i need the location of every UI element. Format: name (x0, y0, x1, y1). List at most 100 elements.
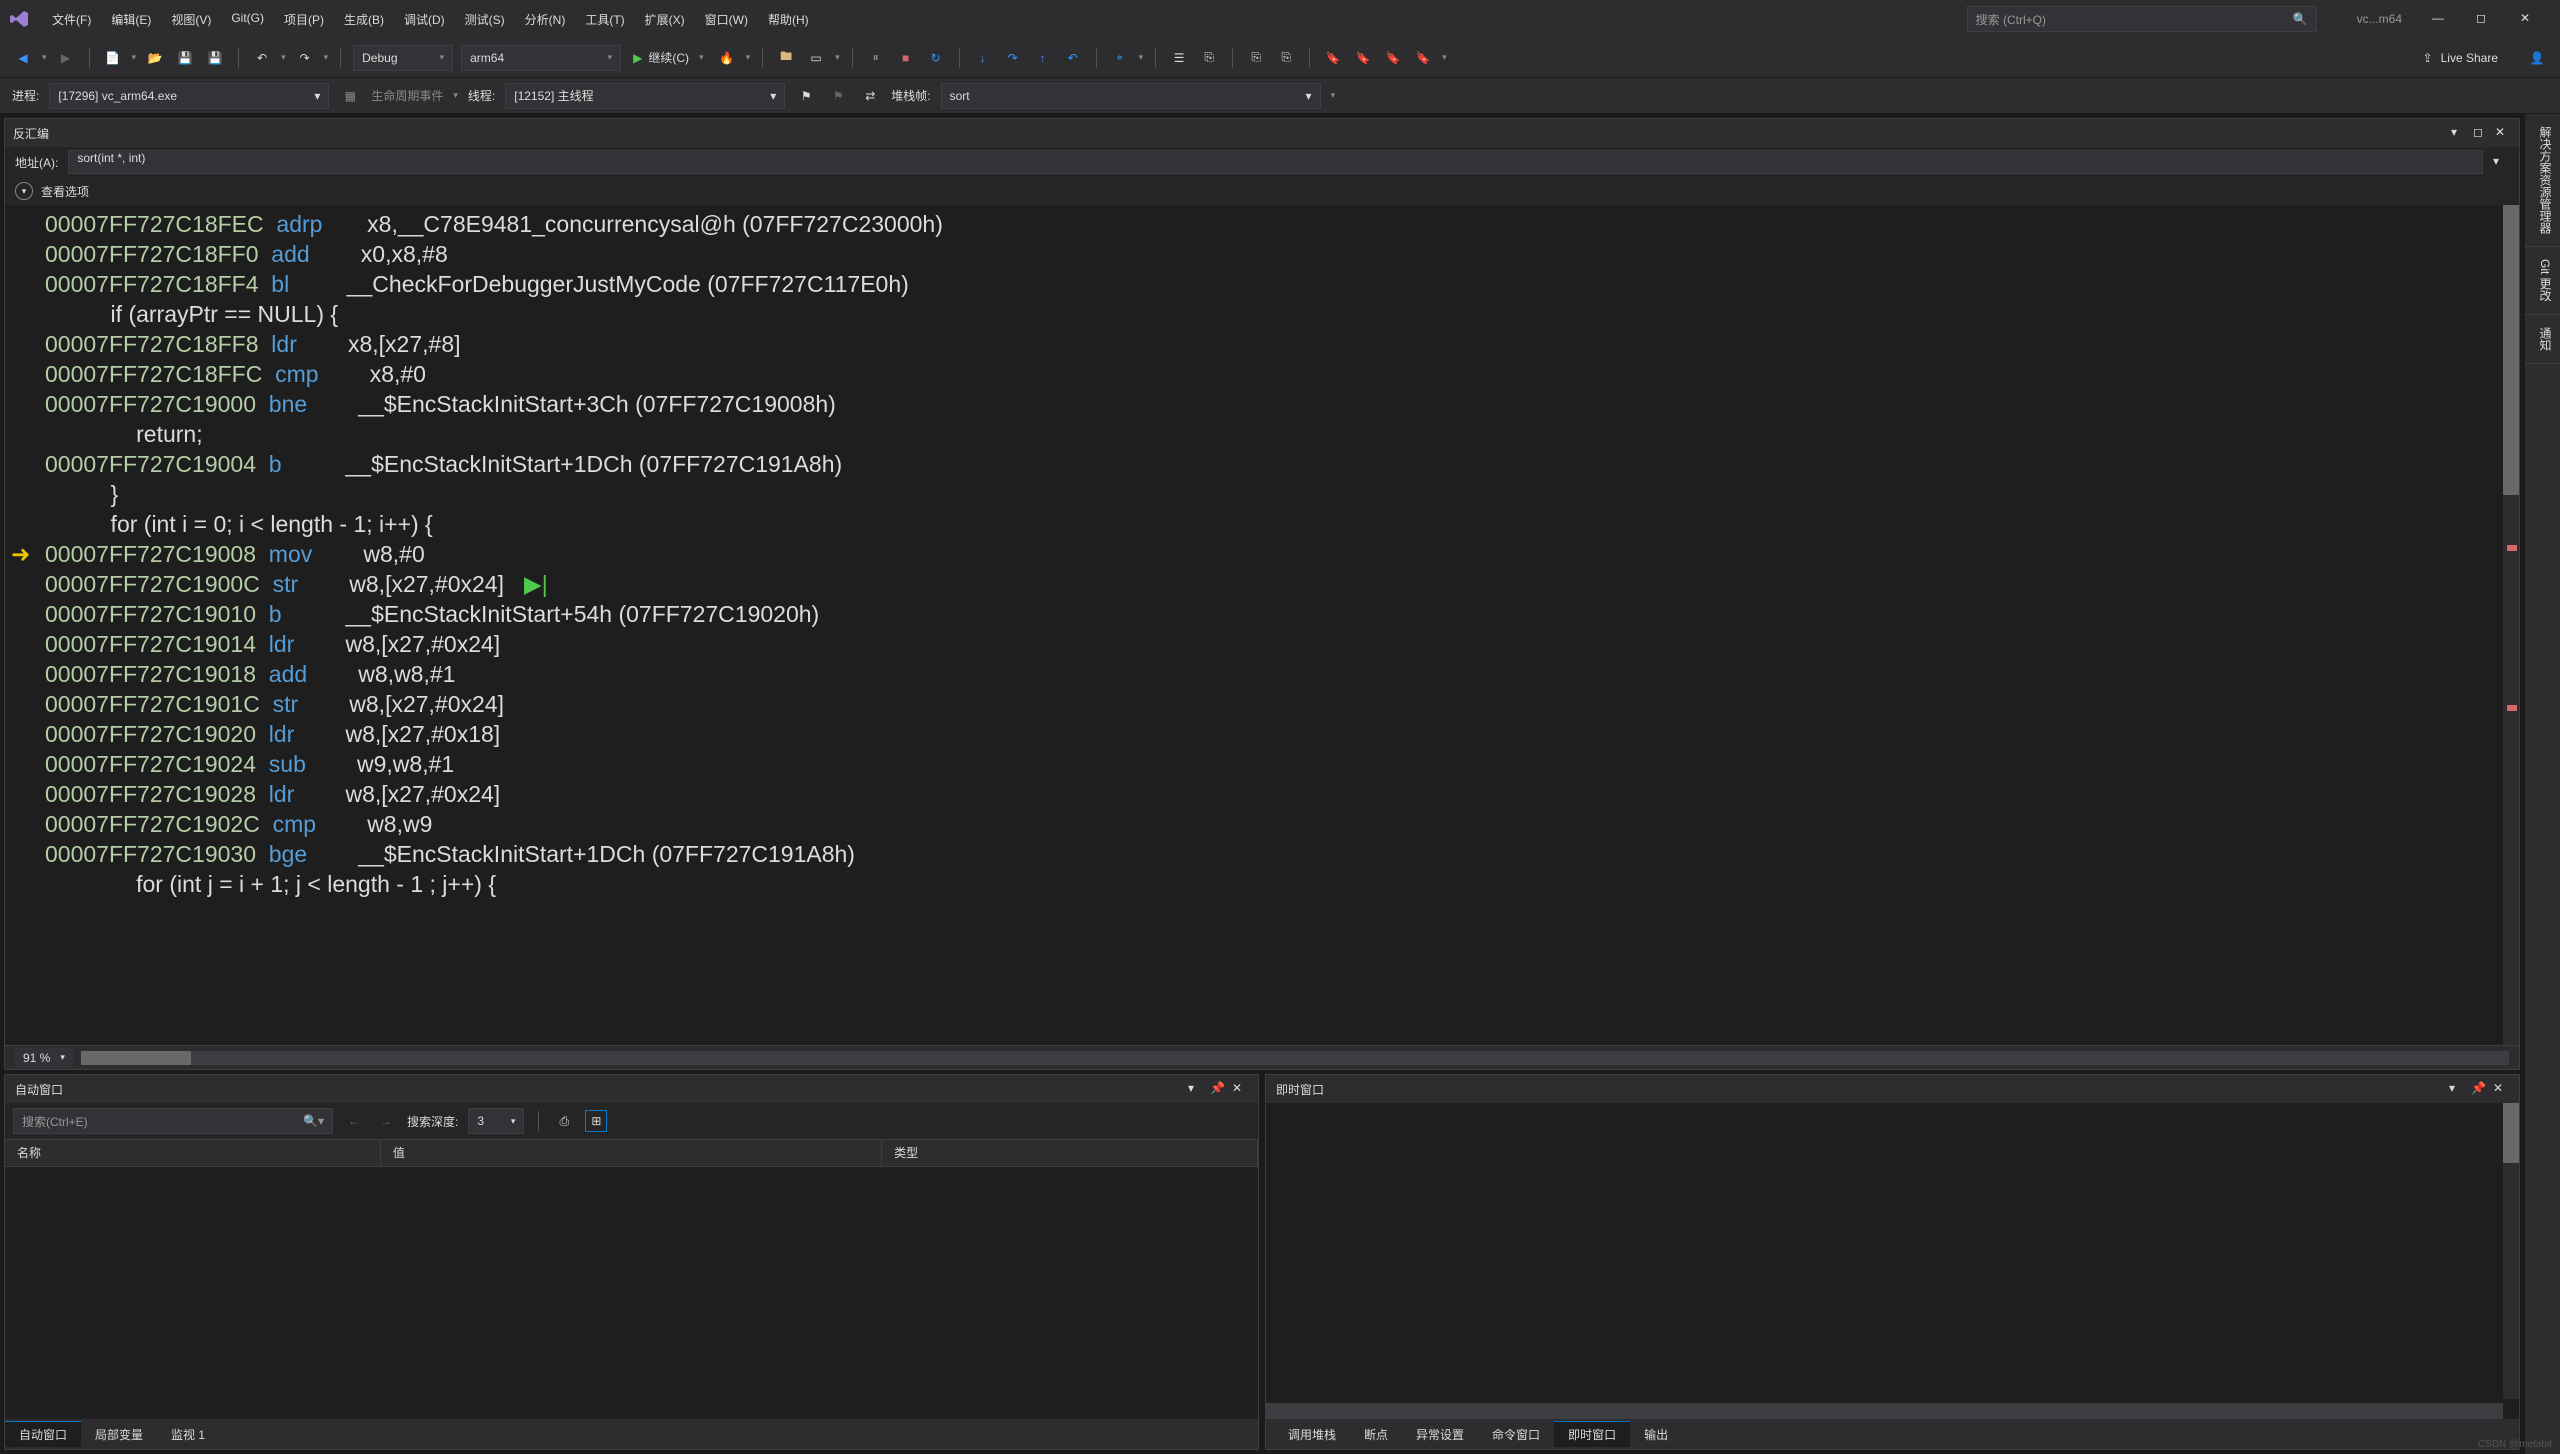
menu-item[interactable]: 工具(T) (577, 7, 632, 32)
bottom-tab[interactable]: 调用堆栈 (1274, 1422, 1350, 1447)
asm-line[interactable]: 00007FF727C18FF8 ldr x8,[x27,#8] (5, 329, 2519, 359)
menu-item[interactable]: Git(G) (223, 7, 272, 32)
asm-line[interactable]: 00007FF727C18FF0 add x0,x8,#8 (5, 239, 2519, 269)
menu-item[interactable]: 测试(S) (457, 7, 513, 32)
side-tool-tab[interactable]: 通知 (2525, 315, 2560, 364)
minimize-button[interactable]: — (2432, 11, 2448, 27)
continue-button[interactable]: ▶继续(C)▾ (629, 47, 707, 68)
asm-line[interactable]: 00007FF727C19014 ldr w8,[x27,#0x24] (5, 629, 2519, 659)
search-next-icon[interactable]: → (375, 1110, 397, 1132)
close-button[interactable]: ✕ (2520, 11, 2536, 27)
menu-item[interactable]: 扩展(X) (637, 7, 693, 32)
asm-line[interactable]: 00007FF727C18FF4 bl __CheckForDebuggerJu… (5, 269, 2519, 299)
menu-item[interactable]: 帮助(H) (760, 7, 817, 32)
imm-pin-icon[interactable]: 📌 (2471, 1081, 2487, 1097)
breakpoint-toggle-button[interactable]: ⚬ (1109, 47, 1131, 69)
code-vscrollbar[interactable] (2503, 205, 2519, 1045)
bottom-tab[interactable]: 异常设置 (1402, 1422, 1478, 1447)
autos-dropdown-icon[interactable]: ▾ (1188, 1081, 1204, 1097)
menu-item[interactable]: 编辑(E) (103, 7, 159, 32)
imm-hscrollbar[interactable] (1266, 1403, 2503, 1419)
asm-line[interactable]: 00007FF727C19018 add w8,w8,#1 (5, 659, 2519, 689)
tool-a-icon[interactable]: ☰ (1168, 47, 1190, 69)
tool-b-icon[interactable]: ⎘ (1198, 47, 1220, 69)
address-input[interactable]: sort(int *, int) (68, 150, 2483, 174)
stackframe-dropdown[interactable]: sort▾ (941, 83, 1321, 109)
live-share-button[interactable]: ⇪ Live Share (2423, 51, 2498, 65)
asm-line[interactable]: 00007FF727C1901C str w8,[x27,#0x24] (5, 689, 2519, 719)
menu-item[interactable]: 项目(P) (276, 7, 332, 32)
process-dropdown[interactable]: [17296] vc_arm64.exe▾ (49, 83, 329, 109)
autos-search-input[interactable]: 搜索(Ctrl+E)🔍▾ (13, 1108, 333, 1134)
grid-column-header[interactable]: 值 (381, 1140, 882, 1166)
asm-line[interactable]: 00007FF727C18FEC adrp x8,__C78E9481_conc… (5, 209, 2519, 239)
platform-dropdown[interactable]: arm64▾ (461, 45, 621, 71)
panel-dropdown-icon[interactable]: ▾ (2451, 125, 2467, 141)
menu-item[interactable]: 窗口(W) (697, 7, 756, 32)
side-tool-tab[interactable]: 解决方案资源管理器 (2525, 114, 2560, 247)
menu-item[interactable]: 分析(N) (517, 7, 574, 32)
immediate-body[interactable] (1266, 1103, 2519, 1419)
nav-forward-button[interactable]: ▶ (55, 47, 77, 69)
asm-line[interactable]: 00007FF727C19028 ldr w8,[x27,#0x24] (5, 779, 2519, 809)
hot-reload-button[interactable]: 🔥 (716, 47, 738, 69)
menu-item[interactable]: 视图(V) (163, 7, 219, 32)
depth-dropdown[interactable]: 3▾ (468, 1108, 524, 1134)
bottom-tab[interactable]: 输出 (1630, 1422, 1682, 1447)
stop-button[interactable]: ■ (895, 47, 917, 69)
bookmark-prev-icon[interactable]: 🔖 (1352, 47, 1374, 69)
bottom-tab[interactable]: 断点 (1350, 1422, 1402, 1447)
undo-button[interactable]: ↶ (251, 47, 273, 69)
step-into-button[interactable]: ↓ (972, 47, 994, 69)
imm-dropdown-icon[interactable]: ▾ (2449, 1081, 2465, 1097)
bottom-tab[interactable]: 监视 1 (157, 1422, 219, 1447)
asm-line[interactable]: 00007FF727C19008 mov w8,#0➜ (5, 539, 2519, 569)
disassembly-code[interactable]: 00007FF727C18FEC adrp x8,__C78E9481_conc… (5, 205, 2519, 1045)
asm-line[interactable]: 00007FF727C19010 b __$EncStackInitStart+… (5, 599, 2519, 629)
asm-line[interactable]: 00007FF727C19020 ldr w8,[x27,#0x18] (5, 719, 2519, 749)
bottom-tab[interactable]: 自动窗口 (5, 1421, 81, 1447)
thread-dropdown[interactable]: [12152] 主线程▾ (505, 83, 785, 109)
menu-item[interactable]: 调试(D) (396, 7, 453, 32)
search-prev-icon[interactable]: ← (343, 1110, 365, 1132)
menu-item[interactable]: 文件(F) (44, 7, 99, 32)
restart-button[interactable]: ↻ (925, 47, 947, 69)
bottom-tab[interactable]: 命令窗口 (1478, 1422, 1554, 1447)
imm-close-icon[interactable]: ✕ (2493, 1081, 2509, 1097)
expand-options-icon[interactable]: ▾ (15, 182, 33, 200)
pause-button[interactable]: ⏸ (865, 47, 887, 69)
source-line[interactable]: for (int j = i + 1; j < length - 1 ; j++… (5, 869, 2519, 899)
autos-toolbtn-a[interactable]: ⎙ (553, 1110, 575, 1132)
code-hscrollbar[interactable] (81, 1051, 2509, 1065)
source-line[interactable]: for (int i = 0; i < length - 1; i++) { (5, 509, 2519, 539)
asm-line[interactable]: 00007FF727C19004 b __$EncStackInitStart+… (5, 449, 2519, 479)
zoom-dropdown[interactable]: 91 %▾ (15, 1048, 73, 1068)
autos-close-icon[interactable]: ✕ (1232, 1081, 1248, 1097)
maximize-button[interactable]: ◻ (2476, 11, 2492, 27)
imm-vscrollbar[interactable] (2503, 1103, 2519, 1399)
asm-line[interactable]: 00007FF727C19024 sub w9,w8,#1 (5, 749, 2519, 779)
redo-button[interactable]: ↷ (294, 47, 316, 69)
browser-button[interactable]: 🖿 (775, 47, 797, 69)
menu-item[interactable]: 生成(B) (336, 7, 392, 32)
asm-line[interactable]: 00007FF727C18FFC cmp x8,#0 (5, 359, 2519, 389)
grid-column-header[interactable]: 名称 (5, 1140, 381, 1166)
flag2-icon[interactable]: ⚑ (827, 85, 849, 107)
lifecycle-icon[interactable]: ▦ (339, 85, 361, 107)
bookmark-next-icon[interactable]: 🔖 (1382, 47, 1404, 69)
nav-back-button[interactable]: ◀ (12, 47, 34, 69)
save-all-button[interactable]: 💾 (204, 47, 226, 69)
autos-toolbtn-b[interactable]: ⊞ (585, 1110, 607, 1132)
bookmark-icon[interactable]: 🔖 (1322, 47, 1344, 69)
autos-grid-body[interactable] (5, 1167, 1258, 1419)
window-button[interactable]: ▭ (805, 47, 827, 69)
asm-line[interactable]: 00007FF727C1902C cmp w8,w9 (5, 809, 2519, 839)
config-dropdown[interactable]: Debug▾ (353, 45, 453, 71)
asm-line[interactable]: 00007FF727C19030 bge __$EncStackInitStar… (5, 839, 2519, 869)
source-line[interactable]: return; (5, 419, 2519, 449)
thread-icon[interactable]: ⇄ (859, 85, 881, 107)
flag-icon[interactable]: ⚑ (795, 85, 817, 107)
uncomment-icon[interactable]: ⎘ (1275, 47, 1297, 69)
address-dropdown-icon[interactable]: ▾ (2493, 154, 2509, 170)
bottom-tab[interactable]: 局部变量 (81, 1422, 157, 1447)
